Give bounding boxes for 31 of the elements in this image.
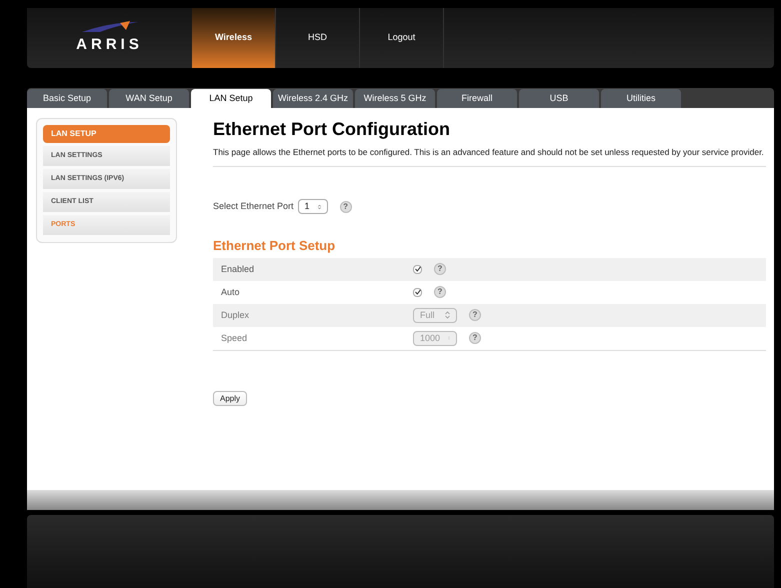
setting-label: Auto [220,286,241,299]
tab[interactable]: USB [519,88,599,108]
dropdown[interactable]: 1 [298,199,328,214]
tab[interactable]: Basic Setup [27,88,107,108]
setting-label: Enabled [220,262,256,276]
tab[interactable]: Firewall [437,88,517,108]
help-icon[interactable]: ? [434,263,446,276]
checkbox[interactable] [413,288,422,297]
tab[interactable]: Utilities [601,88,681,108]
nav-item[interactable]: HSD [276,8,360,68]
sidebar-title: LAN SETUP [43,124,170,143]
check-icon [414,289,420,296]
setting-label: Speed [220,332,248,345]
check-icon [414,266,420,272]
help-icon[interactable]: ? [434,286,446,298]
setting-label: Duplex [220,308,250,322]
checkbox[interactable] [413,264,422,274]
section-title: Ethernet Port Setup [213,237,336,256]
page-description: This page allows the Ethernet ports to be configured. This is an advanced feature and should not be set unless requested by your service provider. [213,143,766,168]
field-label: Select Ethernet Port [213,200,294,214]
logo: ARRIS [76,34,143,55]
tab[interactable]: WAN Setup [109,88,189,108]
nav-item[interactable]: Logout [360,8,444,68]
page-title: Ethernet Port Configuration [213,118,451,140]
tab[interactable]: LAN Setup [191,88,271,108]
help-icon[interactable]: ? [340,201,352,214]
tab[interactable]: Wireless 2.4 GHz [273,88,353,108]
apply-button[interactable]: Apply [213,391,248,406]
tab[interactable]: Wireless 5 GHz [355,88,435,108]
nav-item[interactable]: Wireless [192,8,276,68]
spinner-arrows-icon [445,311,450,320]
